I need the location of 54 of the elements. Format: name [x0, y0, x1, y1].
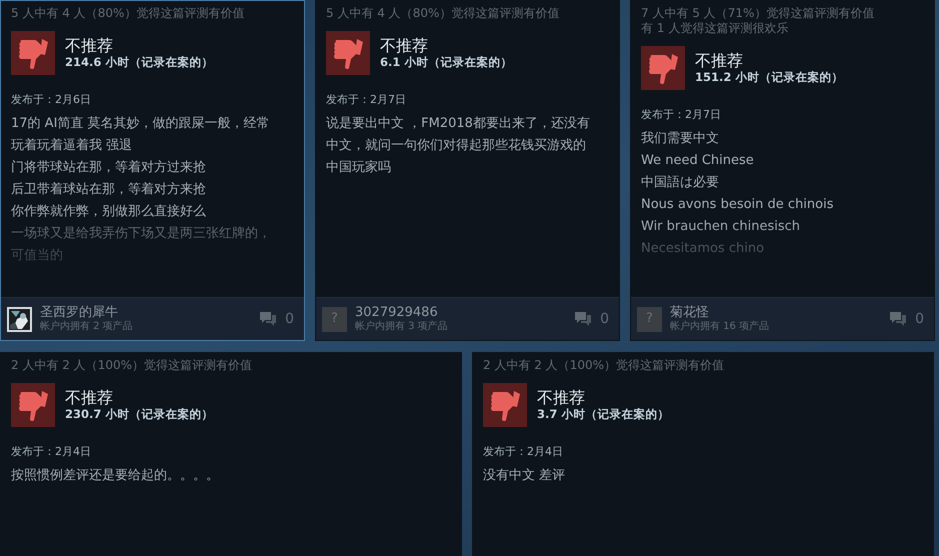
thumbs-down-icon: [332, 36, 364, 70]
product-count: 帐户内拥有 3 项产品: [355, 320, 449, 333]
author-name[interactable]: 3027929486: [355, 305, 566, 320]
comment-count: 0: [600, 310, 609, 328]
helpful-count: 5 人中有 4 人（80%）觉得这篇评测有价值: [11, 6, 246, 21]
avatar: ?: [322, 306, 347, 332]
comments-icon: [889, 311, 908, 327]
review-text: 我们需要中文: [641, 130, 720, 148]
posted-date: 发布于：2月4日: [483, 445, 564, 459]
thumbs-down-icon: [489, 388, 521, 422]
comment-count: 0: [285, 310, 294, 328]
thumbs-down-icon: [647, 51, 679, 85]
review-text: Wir brauchen chinesisch: [641, 218, 801, 236]
thumbs-down-icon: [17, 36, 49, 70]
review-text: Necesitamos chino: [641, 240, 766, 258]
posted-date: 发布于：2月7日: [326, 93, 407, 107]
product-count: 帐户内拥有 16 项产品: [670, 320, 770, 333]
review-text: 说是要出中文 ，FM2018都要出来了，还没有中文，就问一句你们对得起那些花钱买游戏的中国玩家吗: [326, 115, 591, 177]
posted-date: 发布于：2月7日: [641, 108, 722, 122]
verdict-title: 不推荐: [65, 388, 114, 407]
avatar: ?: [637, 306, 662, 332]
comments-icon: [574, 311, 592, 327]
helpful-count: 5 人中有 4 人（80%）觉得这篇评测有价值: [326, 6, 560, 21]
playtime-text: 214.6 小时（记录在案的）: [65, 55, 214, 70]
product-count: 帐户内拥有 2 项产品: [40, 320, 134, 333]
helpful-count: 2 人中有 2 人（100%）觉得这篇评测有价值: [11, 358, 254, 373]
review-text: Nous avons besoin de chinois: [641, 196, 834, 214]
verdict-title: 不推荐: [65, 36, 114, 55]
review-text: 中国語は必要: [641, 174, 720, 192]
posted-date: 发布于：2月6日: [11, 93, 92, 107]
playtime-text: 151.2 小时（记录在案的）: [695, 70, 844, 85]
verdict-title: 不推荐: [695, 51, 744, 70]
review-text: We need Chinese: [641, 152, 755, 170]
playtime-text: 3.7 小时（记录在案的）: [537, 407, 670, 422]
author-name[interactable]: 菊花怪: [670, 305, 882, 320]
author-name[interactable]: 圣西罗的犀牛: [40, 305, 252, 320]
review-text: 后卫带着球站在那，等着对方来抢: [11, 181, 207, 199]
thumbs-down-icon: [17, 388, 49, 422]
verdict-title: 不推荐: [380, 36, 429, 55]
review-text: 没有中文 差评: [483, 467, 566, 485]
comments-icon: [259, 311, 278, 327]
review-text: 按照惯例差评还是要给起的。。。。: [11, 467, 220, 485]
helpful-count: 有 1 人觉得这篇评测很欢乐: [641, 21, 790, 36]
review-text: 门将带球站在那，等着对方过来抢: [11, 159, 207, 177]
review-text: 一场球又是给我弄伤下场又是两三张红牌的，可值当的: [11, 225, 272, 265]
posted-date: 发布于：2月4日: [11, 445, 92, 459]
review-text: 17的 AI简直 莫名其妙，做的跟屎一般，经常玩着玩着逼着我 强退: [11, 115, 271, 155]
helpful-count: 7 人中有 5 人（71%）觉得这篇评测有价值: [641, 6, 876, 21]
comment-count: 0: [915, 310, 924, 328]
playtime-text: 6.1 小时（记录在案的）: [380, 55, 512, 70]
helpful-count: 2 人中有 2 人（100%）觉得这篇评测有价值: [483, 358, 726, 373]
playtime-text: 230.7 小时（记录在案的）: [65, 407, 214, 422]
verdict-title: 不推荐: [537, 388, 586, 407]
review-text: 你作弊就作弊，别做那么直接好么: [11, 203, 207, 221]
